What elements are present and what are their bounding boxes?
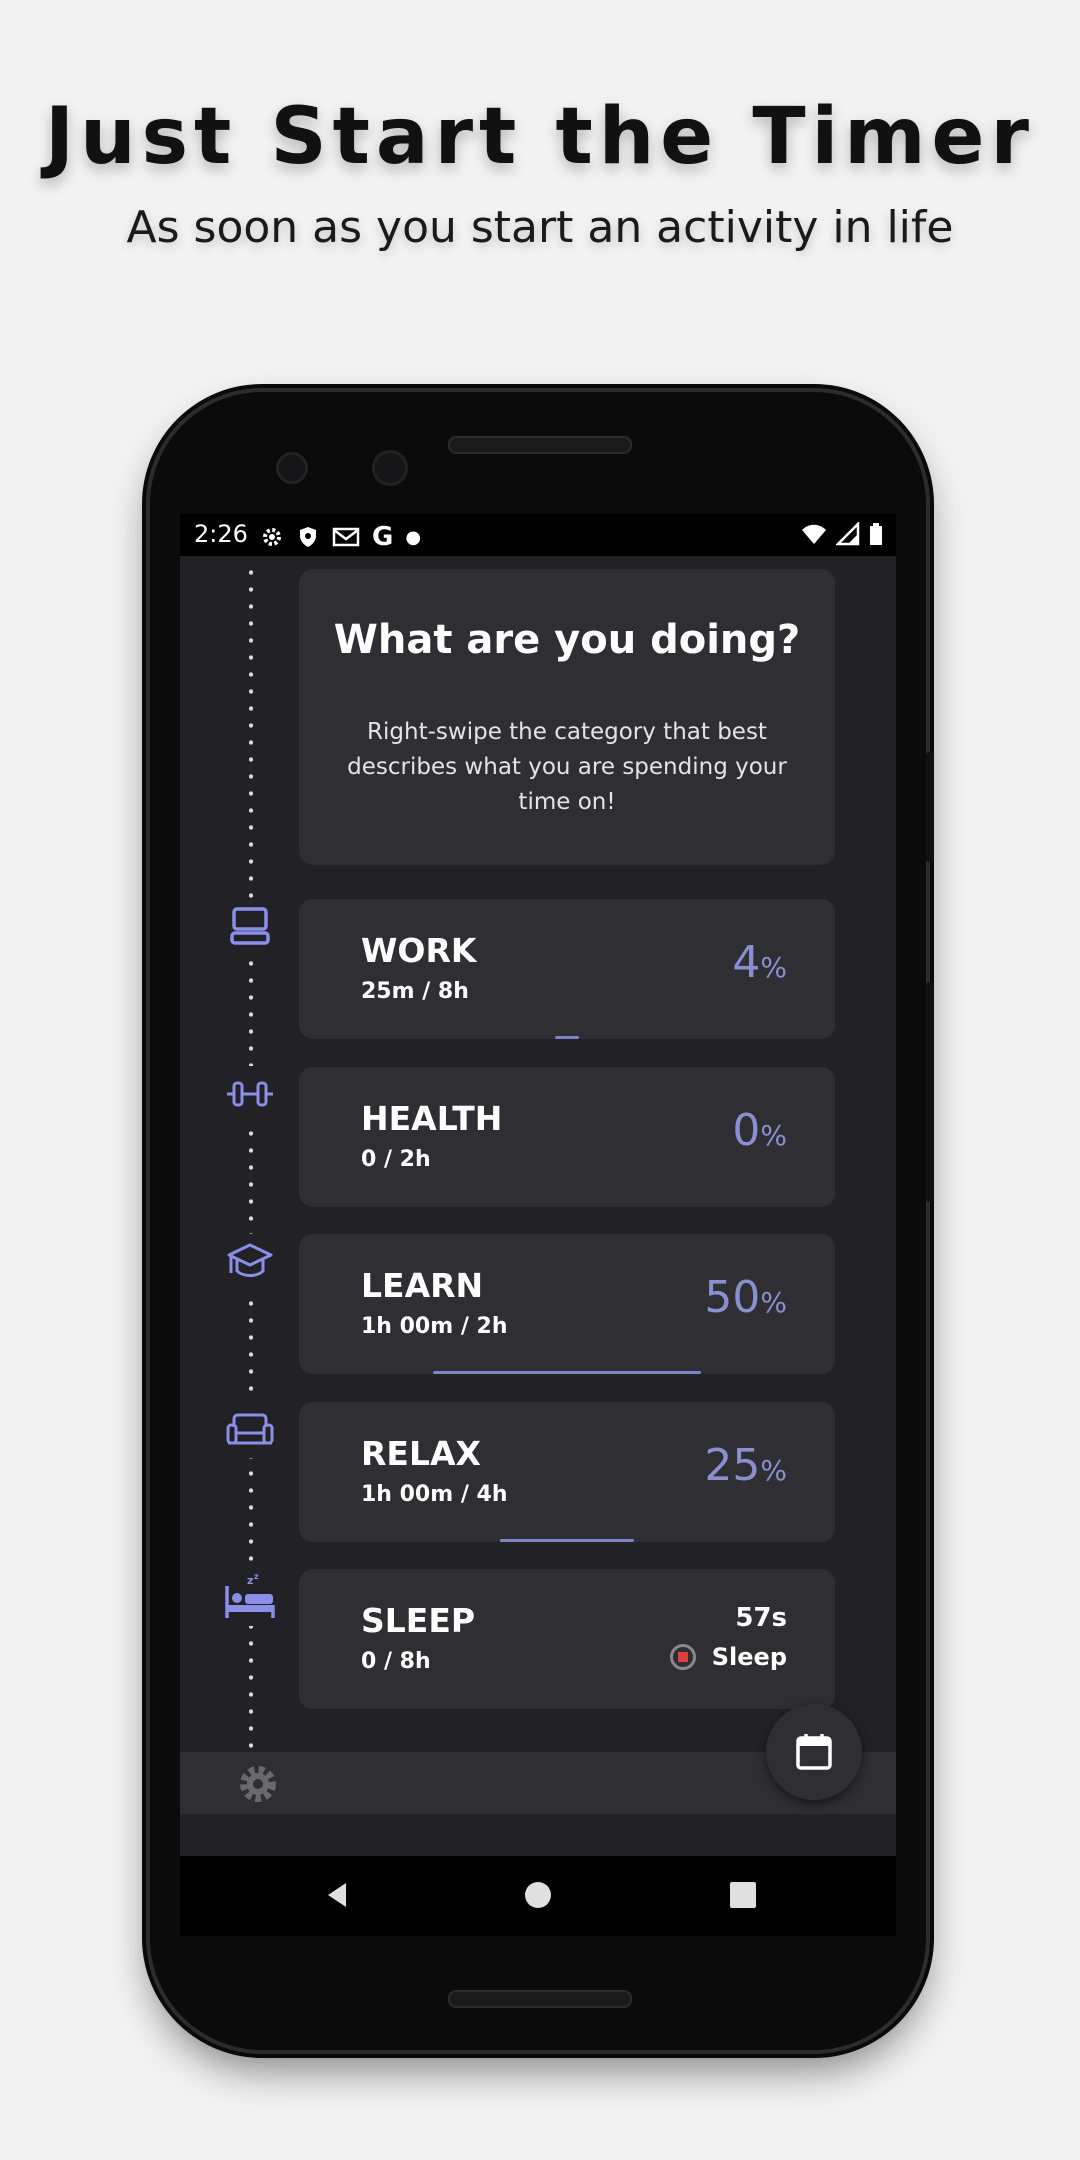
bottom-speaker [448, 1990, 632, 2008]
category-card-health[interactable]: HEALTH 0 / 2h 0% [299, 1067, 835, 1207]
category-percent: 25% [704, 1440, 787, 1491]
battery-icon [870, 523, 882, 545]
category-progress: 1h 00m / 4h [361, 1482, 508, 1507]
shield-icon [300, 527, 316, 547]
category-progress: 1h 00m / 2h [361, 1314, 508, 1339]
recents-icon [730, 1882, 756, 1908]
mail-icon [332, 527, 360, 547]
dumbbell-icon [222, 1066, 278, 1122]
home-icon [525, 1882, 551, 1908]
recents-button[interactable] [718, 1870, 768, 1920]
google-icon: G [372, 522, 394, 552]
category-percent: 50% [704, 1272, 787, 1323]
promo-subtitle: As soon as you start an activity in life [126, 202, 954, 253]
front-camera-icon [372, 450, 408, 486]
category-name: SLEEP [361, 1601, 476, 1640]
status-time: 2:26 [194, 520, 248, 548]
category-progress: 0 / 8h [361, 1649, 431, 1674]
home-button[interactable] [513, 1870, 563, 1920]
category-name: WORK [361, 931, 477, 970]
settings-gear-icon[interactable] [236, 1762, 280, 1806]
category-card-relax[interactable]: RELAX 1h 00m / 4h 25% [299, 1402, 835, 1542]
category-name: HEALTH [361, 1099, 503, 1138]
sleep-timer: 57s [735, 1603, 787, 1633]
svg-text:z: z [247, 1574, 253, 1587]
power-button [926, 752, 934, 862]
progress-bar [500, 1539, 634, 1542]
category-name: LEARN [361, 1266, 484, 1305]
progress-bar [433, 1371, 701, 1374]
svg-text:z: z [254, 1572, 259, 1581]
status-bar: 2:26 G ● [180, 514, 896, 556]
signal-icon [836, 522, 860, 546]
category-card-learn[interactable]: LEARN 1h 00m / 2h 50% [299, 1234, 835, 1374]
sofa-icon [222, 1402, 278, 1458]
phone-frame: 2:26 G ● What are you doing? Right-swipe… [150, 392, 934, 2050]
category-card-sleep[interactable]: SLEEP 0 / 8h 57s Sleep [299, 1569, 835, 1709]
calendar-icon [796, 1734, 832, 1770]
progress-bar [555, 1036, 579, 1039]
intro-card: What are you doing? Right-swipe the cate… [299, 569, 835, 865]
stop-sleep-button[interactable]: Sleep [669, 1643, 787, 1671]
stop-icon [669, 1644, 696, 1670]
dot-icon: ● [405, 526, 422, 548]
volume-button [926, 982, 934, 1202]
wifi-icon [802, 524, 826, 544]
back-icon [328, 1883, 346, 1907]
active-activity-label: Sleep [711, 1643, 787, 1671]
intro-body: Right-swipe the category that best descr… [347, 719, 787, 815]
category-name: RELAX [361, 1434, 481, 1473]
earpiece [448, 436, 632, 454]
intro-title: What are you doing? [333, 617, 801, 663]
front-sensor-icon [276, 452, 308, 484]
category-progress: 0 / 2h [361, 1147, 431, 1172]
calendar-button[interactable] [766, 1704, 862, 1800]
promo-title: Just Start the Timer [45, 92, 1035, 182]
navigation-bar [180, 1856, 896, 1936]
back-button[interactable] [312, 1870, 362, 1920]
app-screen: 2:26 G ● What are you doing? Right-swipe… [180, 514, 896, 1856]
category-progress: 25m / 8h [361, 979, 469, 1004]
category-card-work[interactable]: WORK 25m / 8h 4% [299, 899, 835, 1039]
bed-icon: zz [222, 1570, 278, 1626]
gear-icon [263, 528, 281, 546]
category-percent: 0% [732, 1105, 787, 1156]
graduation-cap-icon [222, 1234, 278, 1290]
laptop-icon [222, 898, 278, 954]
category-percent: 4% [732, 937, 787, 988]
